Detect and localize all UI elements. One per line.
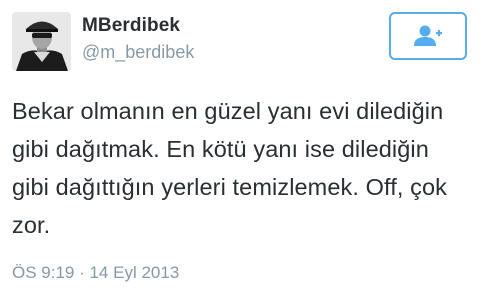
- tweet-timestamp[interactable]: ÖS 9:19 · 14 Eyl 2013: [12, 263, 179, 283]
- add-user-icon: [414, 25, 442, 46]
- profile-photo-icon: [12, 12, 71, 71]
- user-handle[interactable]: @m_berdibek: [82, 42, 194, 63]
- user-display-name[interactable]: MBerdibek: [82, 15, 180, 37]
- follow-button[interactable]: [389, 12, 467, 60]
- avatar[interactable]: [12, 12, 71, 71]
- tweet-card: MBerdibek @m_berdibek Bekar olmanın en g…: [0, 0, 480, 299]
- tweet-text: Bekar olmanın en güzel yanı evi dilediği…: [12, 98, 447, 238]
